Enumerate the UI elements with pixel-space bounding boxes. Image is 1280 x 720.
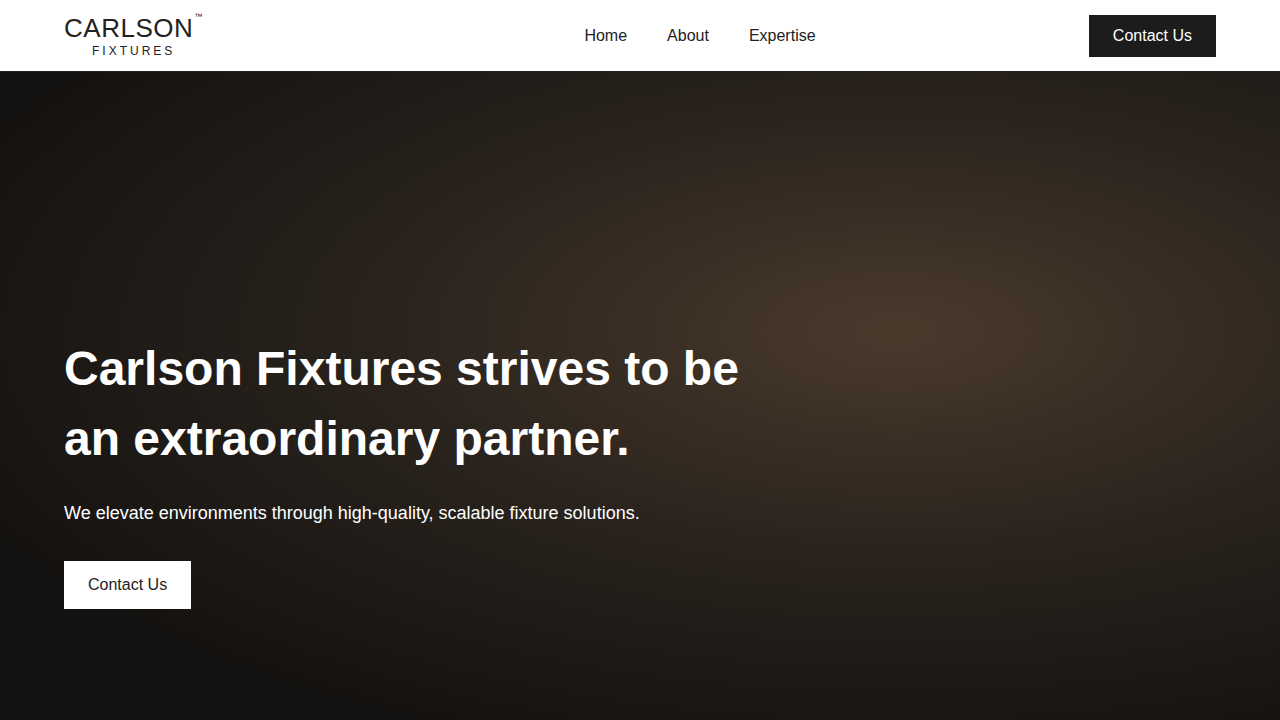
nav-link[interactable]: Expertise xyxy=(749,24,816,48)
logo[interactable]: CARLSON™ FIXTURES xyxy=(64,15,448,57)
logo-name: CARLSON xyxy=(64,15,193,41)
site-header: CARLSON™ FIXTURES Home About Expertise Contac… xyxy=(0,0,1280,72)
nav-link[interactable]: About xyxy=(667,24,709,48)
hero-heading: Carlson Fixtures strives to bean extraor… xyxy=(64,334,1216,474)
page: CARLSON™ FIXTURES Home About Expertise Contac… xyxy=(0,0,1280,720)
logo-mark: ™ xyxy=(194,13,202,21)
hero: Carlson Fixtures strives to bean extraor… xyxy=(0,72,1280,720)
logo-subtitle: FIXTURES xyxy=(92,45,175,57)
main-nav: Home About Expertise xyxy=(448,24,832,48)
header-contact-button[interactable]: Contact Us xyxy=(1089,15,1216,57)
nav-link[interactable]: Home xyxy=(584,24,627,48)
hero-subheading: We elevate environments through high-qua… xyxy=(64,500,1216,527)
hero-contact-button[interactable]: Contact Us xyxy=(64,561,191,609)
